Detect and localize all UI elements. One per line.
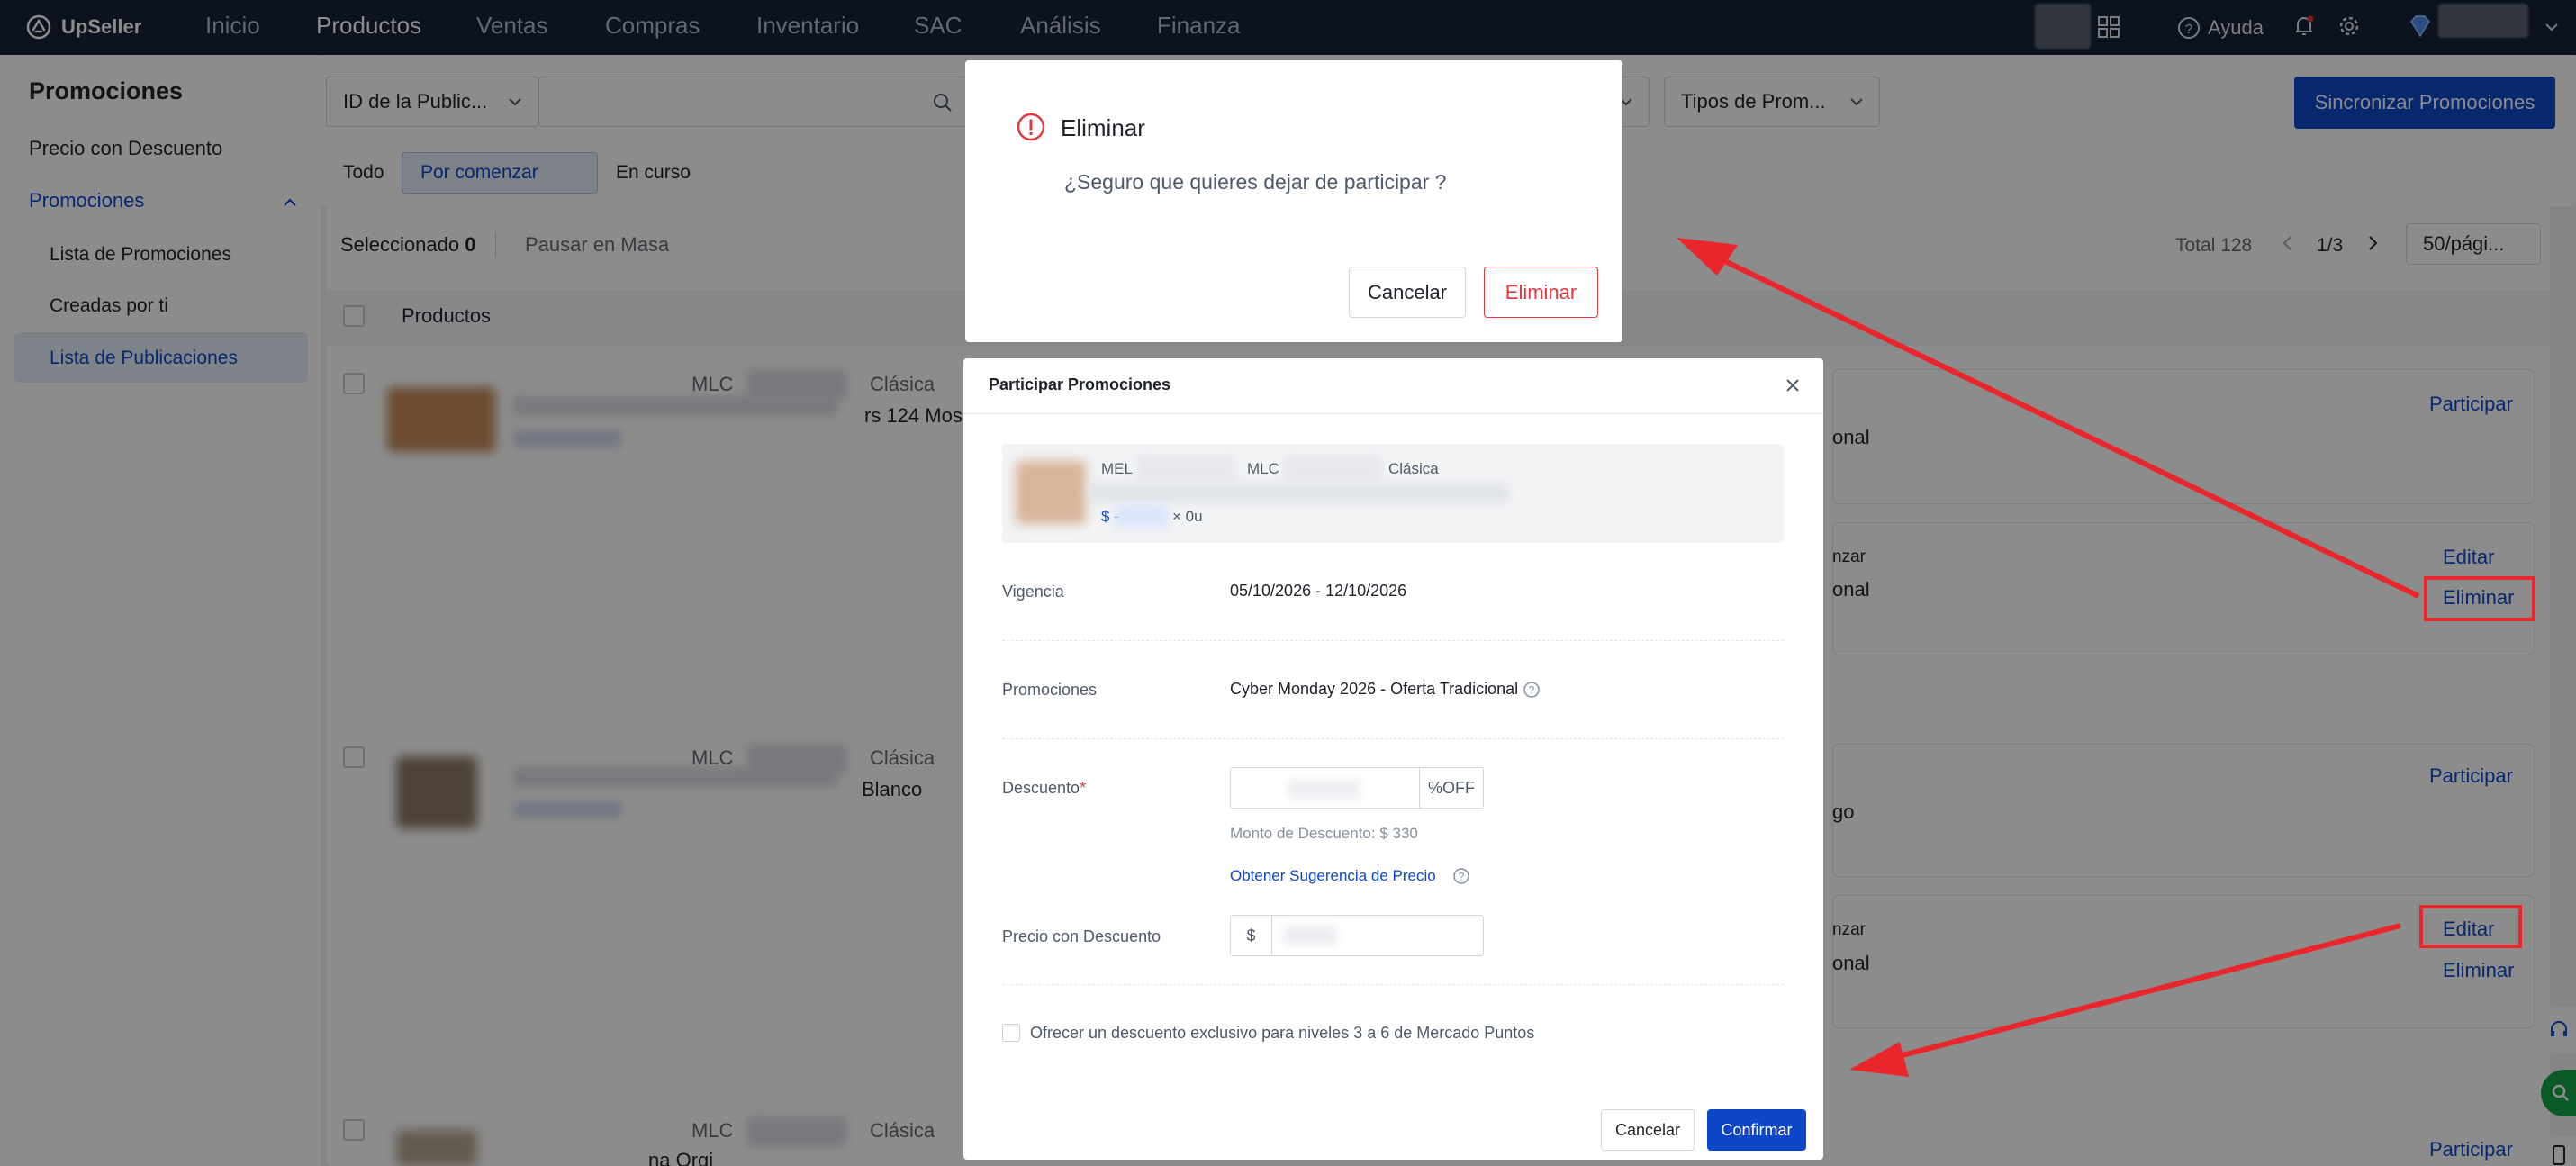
- sugerencia-precio-link[interactable]: Obtener Sugerencia de Precio: [1230, 867, 1436, 885]
- close-icon[interactable]: [1783, 375, 1803, 395]
- descuento-label-text: Descuento: [1002, 779, 1080, 797]
- confirm-dialog-message: ¿Seguro que quieres dejar de participar …: [1064, 170, 1447, 194]
- vigencia-label: Vigencia: [1002, 583, 1064, 601]
- modal-confirm-button[interactable]: Confirmar: [1707, 1109, 1806, 1151]
- precio-descuento-label: Precio con Descuento: [1002, 927, 1161, 945]
- mercado-puntos-checkbox[interactable]: [1002, 1024, 1020, 1042]
- participar-modal-title: Participar Promociones: [989, 375, 1171, 393]
- required-asterisk: *: [1080, 779, 1087, 797]
- product-quantity: × 0u: [1172, 508, 1203, 525]
- product-tag-mlc: MLC: [1247, 460, 1279, 477]
- product-price-blur: [1115, 504, 1169, 528]
- divider: [1002, 738, 1784, 739]
- modal-header-divider: [963, 413, 1823, 414]
- modal-cancel-button[interactable]: Cancelar: [1601, 1109, 1695, 1151]
- promociones-value: Cyber Monday 2026 - Oferta Tradicional: [1230, 680, 1519, 698]
- dialog-cancel-button[interactable]: Cancelar: [1349, 267, 1466, 318]
- vigencia-value: 05/10/2026 - 12/10/2026: [1230, 582, 1407, 600]
- product-tag-blur: [1136, 456, 1235, 481]
- warning-circle-icon: [1017, 113, 1045, 141]
- descuento-suffix: %OFF: [1419, 768, 1483, 808]
- precio-prefix: $: [1231, 916, 1272, 955]
- product-tag-mel: MEL: [1101, 460, 1133, 477]
- promociones-label: Promociones: [1002, 681, 1098, 699]
- descuento-input-blur: [1288, 780, 1360, 800]
- precio-input-blur: [1283, 926, 1337, 945]
- question-circle-icon[interactable]: ?: [1523, 681, 1541, 699]
- product-tag-blur: [1283, 456, 1382, 481]
- svg-text:?: ?: [1529, 684, 1535, 697]
- divider: [1002, 640, 1784, 641]
- product-title-blur: [1089, 483, 1508, 502]
- divider: [1002, 984, 1784, 985]
- product-thumbnail: [1016, 461, 1086, 524]
- product-tag-type: Clásica: [1388, 460, 1439, 477]
- dialog-eliminar-button[interactable]: Eliminar: [1484, 267, 1598, 318]
- monto-descuento: Monto de Descuento: $ 330: [1230, 825, 1418, 842]
- question-circle-icon[interactable]: ?: [1452, 867, 1470, 885]
- confirm-dialog-title: Eliminar: [1061, 114, 1145, 141]
- svg-text:?: ?: [1459, 871, 1465, 883]
- descuento-label: Descuento*: [1002, 779, 1086, 798]
- mercado-puntos-label: Ofrecer un descuento exclusivo para nive…: [1030, 1024, 1535, 1042]
